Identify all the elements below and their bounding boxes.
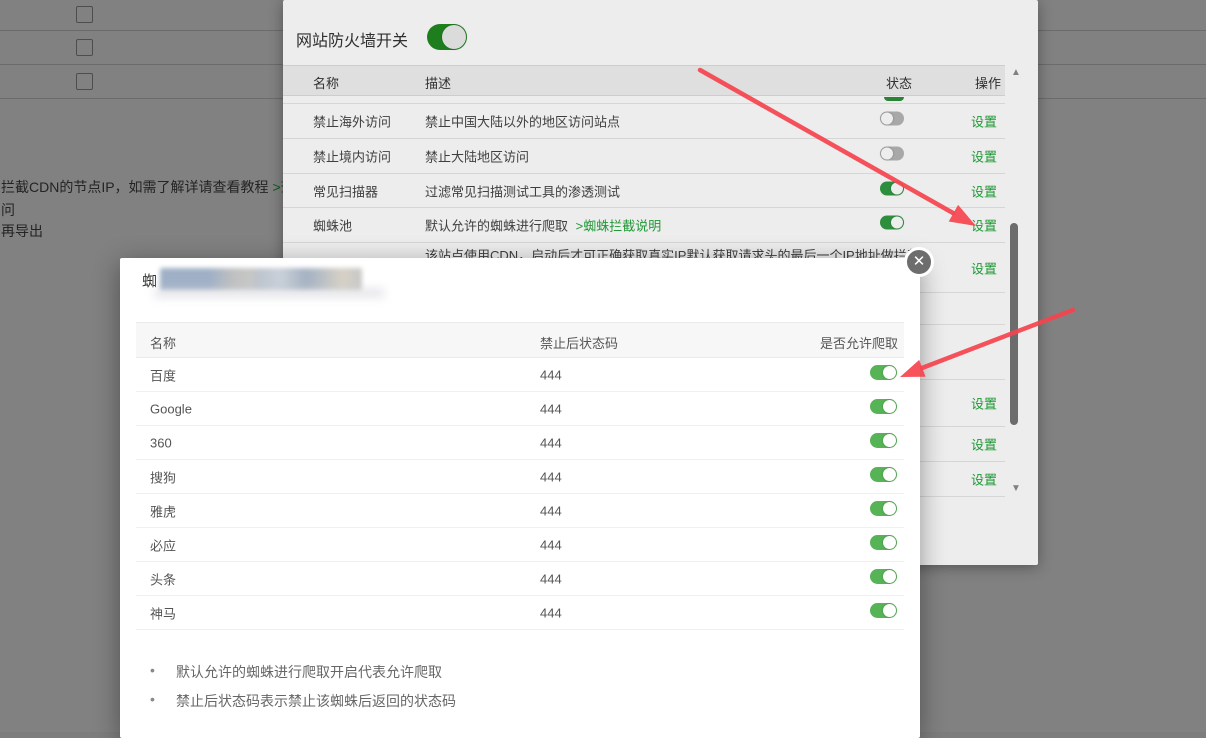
ban-status-code: 444 — [540, 401, 562, 416]
note-item: 默认允许的蜘蛛进行爬取开启代表允许爬取 — [150, 662, 456, 682]
spider-name: 百度 — [150, 365, 176, 384]
toggle-knob — [883, 536, 896, 549]
spider-modal: 蜘 名称 禁止后状态码 是否允许爬取 百度 444 Google 444 360… — [120, 258, 920, 738]
note-item: 禁止后状态码表示禁止该蜘蛛后返回的状态码 — [150, 691, 456, 711]
ban-status-code: 444 — [540, 469, 562, 484]
allow-crawl-toggle[interactable] — [870, 535, 897, 550]
modal-notes: 默认允许的蜘蛛进行爬取开启代表允许爬取 禁止后状态码表示禁止该蜘蛛后返回的状态码 — [150, 662, 456, 720]
toggle-knob — [883, 434, 896, 447]
spider-name: 神马 — [150, 603, 176, 622]
allow-crawl-toggle[interactable] — [870, 569, 897, 584]
toggle-knob — [883, 570, 896, 583]
ban-status-code: 444 — [540, 605, 562, 620]
spider-name: 雅虎 — [150, 501, 176, 520]
spider-row: 360 444 — [136, 426, 904, 460]
spider-name: 头条 — [150, 569, 176, 588]
allow-crawl-toggle[interactable] — [870, 501, 897, 516]
column-ban-code: 禁止后状态码 — [540, 333, 618, 352]
spider-name: Google — [150, 401, 192, 416]
spider-row: 雅虎 444 — [136, 494, 904, 528]
spider-table-header: 名称 禁止后状态码 是否允许爬取 — [136, 322, 904, 358]
ban-status-code: 444 — [540, 367, 562, 382]
close-icon[interactable]: ✕ — [904, 247, 934, 277]
column-allow-crawl: 是否允许爬取 — [820, 333, 898, 352]
spider-name: 360 — [150, 435, 172, 450]
toggle-knob — [883, 604, 896, 617]
spider-name: 必应 — [150, 535, 176, 554]
toggle-knob — [883, 400, 896, 413]
spider-table: 名称 禁止后状态码 是否允许爬取 百度 444 Google 444 360 4… — [136, 322, 904, 630]
ban-status-code: 444 — [540, 537, 562, 552]
toggle-knob — [883, 502, 896, 515]
ban-status-code: 444 — [540, 571, 562, 586]
allow-crawl-toggle[interactable] — [870, 433, 897, 448]
redacted-title-blur — [160, 268, 362, 290]
ban-status-code: 444 — [540, 435, 562, 450]
column-name: 名称 — [150, 333, 176, 352]
spider-row: 头条 444 — [136, 562, 904, 596]
allow-crawl-toggle[interactable] — [870, 365, 897, 380]
spider-row: 必应 444 — [136, 528, 904, 562]
allow-crawl-toggle[interactable] — [870, 603, 897, 618]
toggle-knob — [883, 366, 896, 379]
spider-row: 神马 444 — [136, 596, 904, 630]
spider-row: 百度 444 — [136, 358, 904, 392]
allow-crawl-toggle[interactable] — [870, 467, 897, 482]
spider-name: 搜狗 — [150, 467, 176, 486]
spider-row: Google 444 — [136, 392, 904, 426]
allow-crawl-toggle[interactable] — [870, 399, 897, 414]
toggle-knob — [883, 468, 896, 481]
ban-status-code: 444 — [540, 503, 562, 518]
spider-row: 搜狗 444 — [136, 460, 904, 494]
